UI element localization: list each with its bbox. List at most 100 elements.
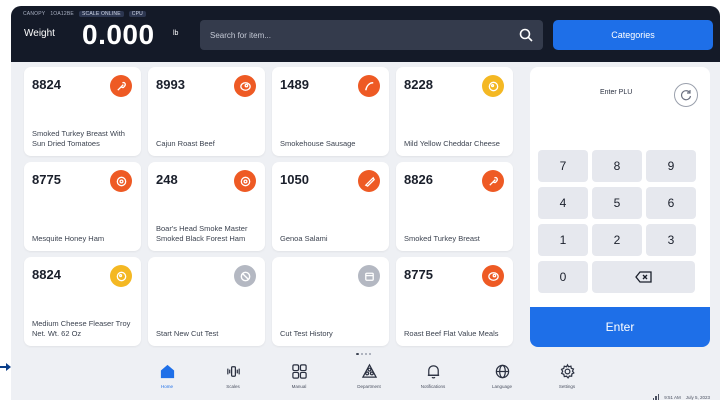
ham-icon: [110, 170, 132, 192]
key-2[interactable]: 2: [592, 224, 642, 256]
cut-test-history-card[interactable]: Cut Test History: [272, 257, 389, 346]
nav-department[interactable]: Department: [347, 363, 391, 389]
status-date: July 5, 2023: [685, 395, 710, 400]
scale-icon: [226, 366, 240, 377]
turkey-icon: [482, 170, 504, 192]
weight-label: Weight: [24, 28, 55, 39]
page-dot: [361, 353, 363, 355]
department-icon: [361, 363, 377, 378]
weight-value: 0.000: [82, 19, 155, 50]
product-name: Smoked Turkey Breast With Sun Dried Toma…: [32, 129, 125, 148]
page-dot: [356, 353, 359, 355]
product-card[interactable]: 248 Boar's Head Smoke Master Smoked Blac…: [148, 162, 265, 251]
product-grid: 8824 Smoked Turkey Breast With Sun Dried…: [24, 67, 524, 351]
nav-label: Language: [491, 384, 513, 389]
search-icon[interactable]: [518, 27, 534, 43]
ham-icon: [234, 170, 256, 192]
nav-scales[interactable]: Scales: [211, 363, 255, 389]
sausage-icon: [358, 75, 380, 97]
system-tag: 1OA12BE: [50, 11, 74, 17]
product-plu: 8775: [404, 267, 433, 282]
refresh-icon: [680, 90, 692, 101]
search-box[interactable]: [200, 20, 543, 50]
status-area: 9:51 AM July 5, 2023: [652, 394, 710, 400]
product-plu: 8993: [156, 77, 185, 92]
nav-label: Home: [160, 384, 173, 389]
nav-language[interactable]: Language: [480, 363, 524, 389]
system-tags: CANOPY 1OA12BE SCALE ONLINE CPU: [23, 11, 146, 17]
signal-icon: [652, 394, 660, 400]
product-name: Boar's Head Smoke Master Smoked Black Fo…: [156, 224, 248, 243]
key-4[interactable]: 4: [538, 187, 588, 219]
product-card[interactable]: 8228 Mild Yellow Cheddar Cheese: [396, 67, 513, 156]
nav-label: Scales: [226, 384, 240, 389]
page-indicator: [356, 353, 371, 355]
product-card[interactable]: 8826 Smoked Turkey Breast: [396, 162, 513, 251]
product-card[interactable]: 8824 Smoked Turkey Breast With Sun Dried…: [24, 67, 141, 156]
reset-plu-button[interactable]: [674, 83, 698, 107]
product-name: Medium Cheese Fleaser Troy Net. Wt. 62 O…: [32, 319, 131, 338]
plu-keypad: Enter PLU 7 8 9 4 5 6 1 2 3 0: [530, 67, 710, 347]
page-dot: [369, 353, 371, 355]
key-5[interactable]: 5: [592, 187, 642, 219]
search-input[interactable]: [200, 20, 543, 50]
product-name: Smoked Turkey Breast: [404, 234, 480, 243]
product-name: Mesquite Honey Ham: [32, 234, 105, 243]
nav-label: Notifications: [420, 384, 446, 389]
page-dot: [365, 353, 367, 355]
enter-button[interactable]: Enter: [530, 307, 710, 347]
nav-home[interactable]: Home: [145, 363, 189, 389]
cheese-icon: [110, 265, 132, 287]
plu-label: Enter PLU: [600, 89, 633, 96]
product-card[interactable]: 8775 Roast Beef Flat Value Meals: [396, 257, 513, 346]
product-name: Mild Yellow Cheddar Cheese: [404, 139, 500, 148]
key-3[interactable]: 3: [646, 224, 696, 256]
system-tag: CANOPY: [23, 11, 46, 17]
nav-settings[interactable]: Settings: [545, 363, 589, 389]
start-cut-test-card[interactable]: Start New Cut Test: [148, 257, 265, 346]
key-9[interactable]: 9: [646, 150, 696, 182]
top-bar: CANOPY 1OA12BE SCALE ONLINE CPU Weight 0…: [11, 6, 720, 62]
beef-icon: [234, 75, 256, 97]
product-plu: 248: [156, 172, 178, 187]
cheese-icon: [482, 75, 504, 97]
key-1[interactable]: 1: [538, 224, 588, 256]
backspace-button[interactable]: [592, 261, 695, 293]
product-name: Roast Beef Flat Value Meals: [404, 329, 499, 338]
product-plu: 1489: [280, 77, 309, 92]
nav-notifications[interactable]: Notifications: [411, 363, 455, 389]
product-name: Smokehouse Sausage: [280, 139, 356, 148]
product-name: Genoa Salami: [280, 234, 328, 243]
categories-button[interactable]: Categories: [553, 20, 713, 50]
product-plu: 8824: [32, 77, 61, 92]
globe-icon: [495, 364, 509, 379]
pointer-arrow-icon: [0, 363, 11, 371]
gear-icon: [560, 363, 575, 379]
home-icon: [160, 364, 174, 379]
product-plu: 8775: [32, 172, 61, 187]
product-card[interactable]: 8824 Medium Cheese Fleaser Troy Net. Wt.…: [24, 257, 141, 346]
key-7[interactable]: 7: [538, 150, 588, 182]
product-name: Start New Cut Test: [156, 329, 219, 338]
key-8[interactable]: 8: [592, 150, 642, 182]
product-plu: 8826: [404, 172, 433, 187]
product-card[interactable]: 1050 Genoa Salami: [272, 162, 389, 251]
weight-unit: lb: [173, 30, 179, 37]
backspace-icon: [634, 271, 652, 283]
key-0[interactable]: 0: [538, 261, 588, 293]
key-6[interactable]: 6: [646, 187, 696, 219]
nav-label: Department: [357, 384, 381, 389]
product-card[interactable]: 8993 Cajun Roast Beef: [148, 67, 265, 156]
status-time: 9:51 AM: [664, 395, 681, 400]
ban-icon: [234, 265, 256, 287]
nav-label: Settings: [558, 384, 576, 389]
product-card[interactable]: 8775 Mesquite Honey Ham: [24, 162, 141, 251]
nav-manual[interactable]: Manual: [277, 363, 321, 389]
product-card[interactable]: 1489 Smokehouse Sausage: [272, 67, 389, 156]
bell-icon: [427, 365, 439, 379]
system-tag: SCALE ONLINE: [78, 11, 124, 17]
grid-icon: [291, 364, 307, 379]
turkey-icon: [110, 75, 132, 97]
salami-icon: [358, 170, 380, 192]
calendar-icon: [358, 265, 380, 287]
